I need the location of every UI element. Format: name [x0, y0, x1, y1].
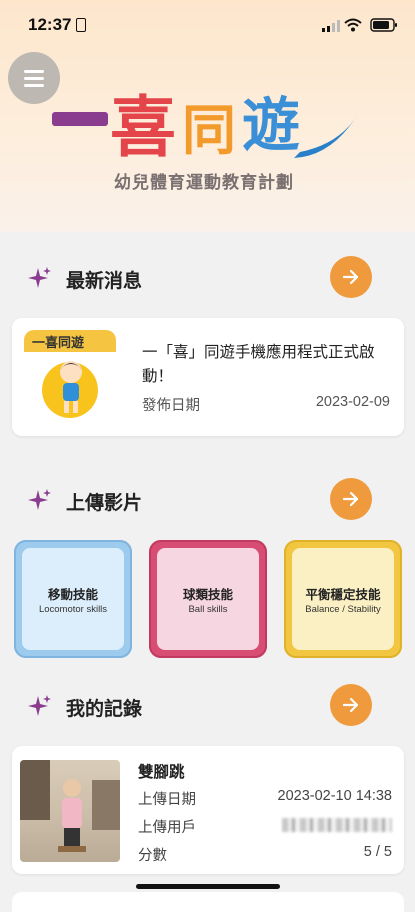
child-photo-icon	[20, 760, 120, 852]
logo-subtitle: 幼兒體育運動教育計劃	[114, 173, 294, 193]
tile-subtitle: Ball skills	[188, 603, 228, 615]
records-more-button[interactable]	[330, 684, 372, 726]
child-illustration-icon	[60, 361, 82, 413]
sparkle-icon	[28, 267, 51, 288]
status-bar: 12:37	[0, 0, 415, 52]
logo-char: 同	[182, 98, 236, 162]
record-card[interactable]: 雙腳跳 上傳日期 2023-02-10 14:38 上傳用戶 分數 5 / 5	[12, 746, 404, 874]
uploader-label: 上傳用戶	[138, 820, 196, 836]
sim-card-icon	[76, 18, 86, 32]
section-title: 最新消息	[66, 270, 143, 292]
score-value: 5 / 5	[363, 844, 392, 860]
arrow-right-icon	[342, 697, 359, 713]
arrow-right-icon	[342, 269, 359, 285]
hamburger-icon-line	[24, 83, 44, 87]
news-more-button[interactable]	[330, 256, 372, 298]
hamburger-icon-line	[24, 69, 44, 73]
score-label: 分數	[138, 848, 167, 864]
cellular-signal-icon	[322, 20, 340, 32]
news-section-header: 最新消息	[0, 256, 415, 300]
tile-title: 平衡穩定技能	[305, 586, 381, 602]
records-section-header: 我的記錄	[0, 684, 415, 728]
wifi-icon	[344, 18, 362, 32]
news-card[interactable]: 一喜同遊 一「喜」同遊手機應用程式正式啟動！ 發佈日期 2023-02-09	[12, 318, 404, 436]
tile-title: 球類技能	[182, 586, 233, 602]
news-date: 2023-02-09	[315, 394, 390, 410]
app-logo: 喜 同 遊 幼兒體育運動教育計劃	[52, 74, 362, 194]
news-date-label: 發佈日期	[142, 398, 200, 414]
logo-char: 喜	[110, 88, 176, 166]
upload-date: 2023-02-10 14:38	[277, 788, 393, 804]
next-record-card[interactable]	[12, 892, 404, 912]
section-title: 我的記錄	[66, 698, 143, 720]
balance-stability-tile[interactable]: 平衡穩定技能 Balance / Stability	[284, 540, 402, 658]
hamburger-icon-line	[24, 76, 44, 80]
logo-swoosh-icon	[294, 114, 358, 158]
battery-icon	[370, 18, 397, 32]
news-thumbnail: 一喜同遊	[24, 330, 116, 422]
news-thumb-title: 一喜同遊	[32, 336, 85, 351]
tile-subtitle: Locomotor skills	[38, 603, 108, 615]
sparkle-icon	[28, 489, 51, 510]
arrow-right-icon	[342, 491, 359, 507]
tile-subtitle: Balance / Stability	[305, 603, 381, 615]
app-header: 12:37 喜 同 遊 幼兒體育運動教育計劃	[0, 0, 415, 232]
home-indicator	[136, 884, 280, 889]
uploader-redacted	[282, 818, 392, 832]
logo-dash	[52, 112, 108, 126]
record-title: 雙腳跳	[138, 763, 185, 781]
tile-title: 移動技能	[47, 586, 98, 602]
upload-date-label: 上傳日期	[138, 792, 196, 808]
status-time: 12:37	[28, 15, 72, 34]
locomotor-skills-tile[interactable]: 移動技能 Locomotor skills	[14, 540, 132, 658]
upload-section-header: 上傳影片	[0, 478, 415, 522]
section-title: 上傳影片	[66, 492, 143, 514]
news-title: 一「喜」同遊手機應用程式正式啟動！	[142, 343, 375, 385]
sparkle-icon	[28, 695, 51, 716]
record-photo	[20, 760, 120, 862]
upload-more-button[interactable]	[330, 478, 372, 520]
ball-skills-tile[interactable]: 球類技能 Ball skills	[149, 540, 267, 658]
